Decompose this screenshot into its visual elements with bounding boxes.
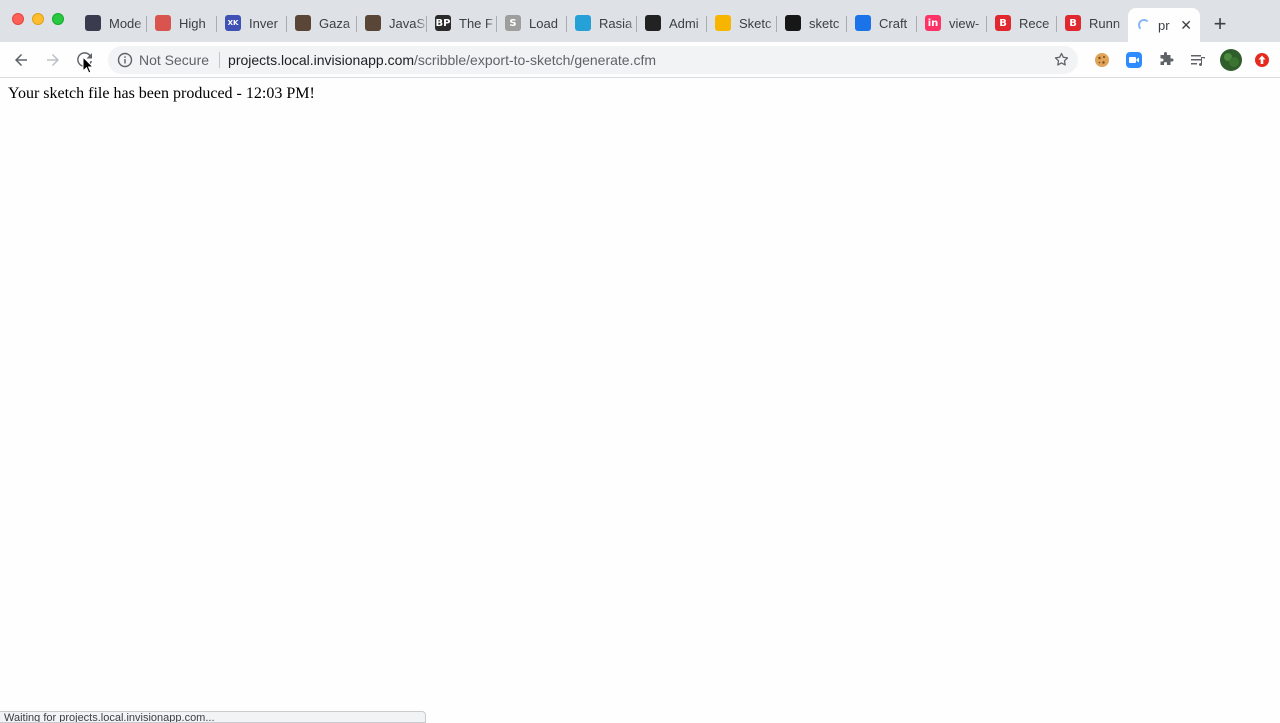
- bp-icon: BP: [435, 15, 451, 31]
- back-button[interactable]: [8, 47, 34, 73]
- tab-title: view-: [949, 15, 980, 31]
- info-icon[interactable]: [117, 52, 133, 68]
- tab-10[interactable]: sketc: [778, 8, 848, 38]
- s-letter-icon: S: [505, 15, 521, 31]
- tab-close-icon[interactable]: ✕: [1180, 17, 1192, 34]
- omnibox-divider: [219, 52, 221, 68]
- mouse-cursor-icon: [82, 56, 94, 74]
- media-queue-icon[interactable]: [1188, 50, 1208, 70]
- tab-separator: [426, 16, 427, 32]
- window-minimize-button[interactable]: [32, 13, 44, 25]
- tab-title: Gaza: [319, 15, 351, 31]
- craft-icon: [855, 15, 871, 31]
- modern-diamond-icon: [85, 15, 101, 31]
- loading-spinner-icon: [1138, 19, 1150, 31]
- tab-separator: [846, 16, 847, 32]
- tab-2[interactable]: XK Inver: [218, 8, 288, 38]
- tab-13[interactable]: B Rece: [988, 8, 1058, 38]
- b-letter-icon: B: [995, 15, 1011, 31]
- tab-1[interactable]: High: [148, 8, 218, 38]
- paw-icon: [575, 15, 591, 31]
- tab-title: Mode: [109, 15, 142, 31]
- tab-title: Load: [529, 15, 558, 31]
- arrow-right-icon: [47, 54, 59, 66]
- tab-separator: [986, 16, 987, 32]
- highcharts-icon: [155, 15, 171, 31]
- browser-toolbar: Not Secure projects.local.invisionapp.co…: [0, 42, 1280, 78]
- tab-title: Runn: [1089, 15, 1121, 31]
- tab-title: sketc: [809, 15, 840, 31]
- new-tab-button[interactable]: +: [1208, 12, 1232, 36]
- xkcd-icon: XK: [225, 15, 241, 31]
- tab-title: Sketc: [739, 15, 772, 31]
- person-avatar-icon: [295, 15, 311, 31]
- tab-separator: [916, 16, 917, 32]
- tab-12[interactable]: in view-: [918, 8, 988, 38]
- tab-11[interactable]: Craft: [848, 8, 918, 38]
- tab-title: pr: [1158, 17, 1170, 33]
- address-bar[interactable]: Not Secure projects.local.invisionapp.co…: [108, 46, 1078, 74]
- github-icon: [785, 15, 801, 31]
- tab-separator: [1056, 16, 1057, 32]
- window-close-button[interactable]: [12, 13, 24, 25]
- profile-avatar[interactable]: [1219, 48, 1243, 72]
- tab-separator: [636, 16, 637, 32]
- tree-icon: [645, 15, 661, 31]
- person-avatar-icon: [365, 15, 381, 31]
- tab-separator: [146, 16, 147, 32]
- sketch-diamond-icon: [715, 15, 731, 31]
- tab-active[interactable]: pr ✕: [1128, 8, 1200, 42]
- tab-8[interactable]: Admi: [638, 8, 708, 38]
- tab-9[interactable]: Sketc: [708, 8, 778, 38]
- extensions-puzzle-icon[interactable]: [1156, 50, 1176, 70]
- tab-3[interactable]: Gaza: [288, 8, 358, 38]
- tab-0[interactable]: Mode: [78, 8, 148, 38]
- tab-title: High: [179, 15, 206, 31]
- zoom-extension-icon[interactable]: [1124, 50, 1144, 70]
- tab-separator: [706, 16, 707, 32]
- tab-title: Rasia: [599, 15, 633, 31]
- tab-14[interactable]: B Runn: [1058, 8, 1128, 38]
- arrow-left-icon: [15, 54, 27, 66]
- tab-separator: [216, 16, 217, 32]
- update-arrow-icon[interactable]: [1252, 50, 1272, 70]
- bookmark-star-icon[interactable]: [1053, 51, 1070, 71]
- tab-strip: Mode High XK Inver Gaza JavaS BP The F S Load Rasi…: [0, 0, 1280, 42]
- tab-7[interactable]: Rasia: [568, 8, 638, 38]
- url-host: projects.local.invisionapp.com: [228, 52, 415, 68]
- invision-icon: in: [925, 15, 941, 31]
- tab-5[interactable]: BP The F: [428, 8, 498, 38]
- tab-6[interactable]: S Load: [498, 8, 568, 38]
- security-label[interactable]: Not Secure: [139, 52, 209, 68]
- tab-separator: [286, 16, 287, 32]
- tab-separator: [356, 16, 357, 32]
- tab-4[interactable]: JavaS: [358, 8, 428, 38]
- tab-title: Rece: [1019, 15, 1050, 31]
- tab-separator: [566, 16, 567, 32]
- page-message: Your sketch file has been produced - 12:…: [8, 85, 315, 102]
- tab-title: Inver: [249, 15, 278, 31]
- tab-title: Craft: [879, 15, 908, 31]
- tab-separator: [776, 16, 777, 32]
- url-path: /scribble/export-to-sketch/generate.cfm: [414, 52, 657, 68]
- forward-button[interactable]: [40, 47, 66, 73]
- tab-title: Admi: [669, 15, 699, 31]
- tab-title: JavaS: [389, 15, 426, 31]
- status-bar: Waiting for projects.local.invisionapp.c…: [0, 711, 426, 723]
- window-maximize-button[interactable]: [52, 13, 64, 25]
- b-letter-icon: B: [1065, 15, 1081, 31]
- tab-separator: [496, 16, 497, 32]
- tab-title: The F: [459, 15, 493, 31]
- cookie-extension-icon[interactable]: [1092, 50, 1112, 70]
